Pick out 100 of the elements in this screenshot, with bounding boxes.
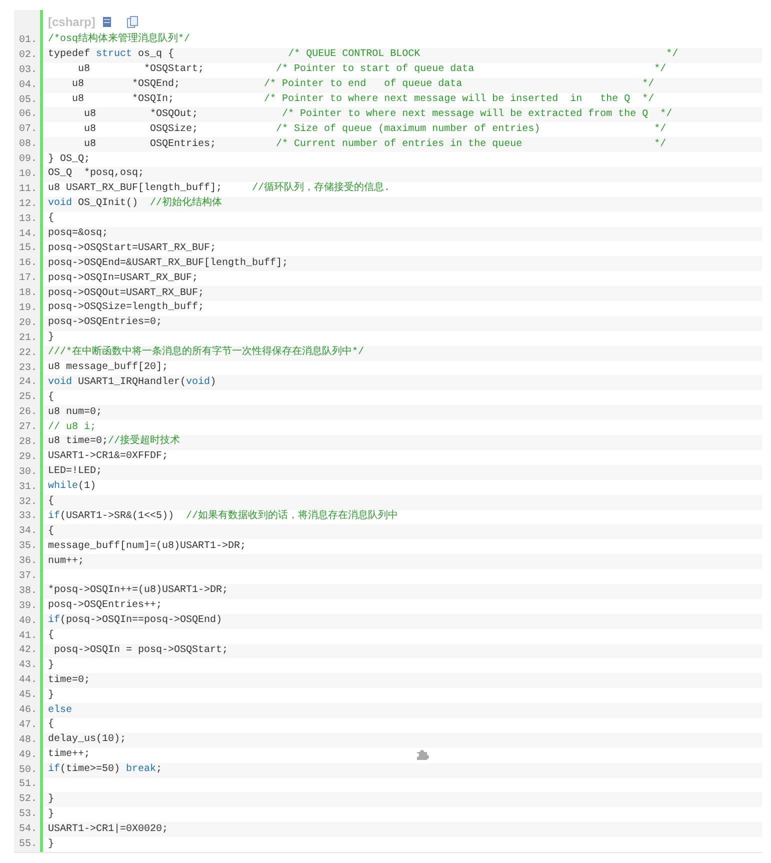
code-line: u8 *OSQOut; /* Pointer to where next message will be extracted from the Q */ bbox=[83, 108, 672, 122]
line-number: 30. bbox=[18, 466, 37, 480]
code-line: posq->OSQOut=USART_RX_BUF; bbox=[48, 286, 204, 301]
code-line: } OS_Q; bbox=[48, 152, 90, 167]
code-line: typedef struct os_q { /* QUEUE CONTROL BLOCK */ bbox=[48, 48, 678, 62]
line-number: 20. bbox=[18, 316, 37, 331]
code-line: while(1) bbox=[48, 480, 96, 494]
code-line: } bbox=[48, 688, 54, 703]
code-line: OS_Q *posq,osq; bbox=[48, 167, 144, 182]
line-number: 17. bbox=[18, 272, 37, 286]
line-number: 47. bbox=[18, 718, 37, 733]
line-number: 26. bbox=[18, 406, 37, 420]
line-number: 50. bbox=[18, 764, 37, 778]
line-number: 25. bbox=[18, 391, 37, 406]
line-number: 05. bbox=[18, 94, 37, 108]
code-line: u8 message_buff[20]; bbox=[48, 361, 168, 376]
line-number: 45. bbox=[18, 689, 37, 704]
code-line: *posq->OSQIn++=(u8)USART1->DR; bbox=[48, 584, 228, 598]
line-number: 36. bbox=[18, 555, 37, 570]
code-line: if(USART1->SR&(1<<5)) //如果有数据收到的话，将消息存在消息队列中 bbox=[48, 510, 398, 524]
line-number: 37. bbox=[18, 570, 37, 584]
code-line: { bbox=[48, 212, 54, 226]
line-number: 33. bbox=[18, 510, 37, 524]
code-line: if(posq->OSQIn==posq->OSQEnd) bbox=[48, 614, 222, 628]
line-number: 01. bbox=[18, 34, 37, 48]
code-line: u8 *OSQIn; /* Pointer to where next message will be inserted in the Q */ bbox=[71, 93, 654, 107]
line-number: 48. bbox=[18, 734, 37, 748]
code-line: posq->OSQEntries=0; bbox=[48, 316, 162, 330]
line-number: 44. bbox=[18, 674, 37, 688]
line-number: 14. bbox=[18, 228, 37, 242]
code-line: u8 time=0;//接受超时技术 bbox=[48, 435, 180, 450]
code-line: u8 num=0; bbox=[48, 406, 102, 420]
code-line: { bbox=[48, 495, 54, 510]
code-line: USART1->CR1|=0X0020; bbox=[48, 822, 168, 837]
line-number: 42. bbox=[18, 644, 37, 658]
line-number: 51. bbox=[18, 778, 37, 792]
code-line: posq->OSQStart=USART_RX_BUF; bbox=[48, 242, 216, 256]
code-line: message_buff[num]=(u8)USART1->DR; bbox=[48, 540, 246, 554]
line-number: 19. bbox=[18, 302, 37, 316]
code-line: if(time>=50) break; bbox=[48, 763, 162, 778]
line-number: 35. bbox=[18, 540, 37, 554]
code-line: else bbox=[48, 704, 72, 718]
line-number: 31. bbox=[18, 480, 37, 495]
code-line: } bbox=[48, 658, 54, 673]
line-number: 13. bbox=[18, 212, 37, 227]
code-line: { bbox=[48, 629, 54, 644]
line-number: 12. bbox=[18, 198, 37, 212]
code-line: { bbox=[48, 524, 54, 539]
line-number: 23. bbox=[18, 362, 37, 376]
code-line: { bbox=[48, 718, 54, 732]
code-line: posq->OSQEnd=&USART_RX_BUF[length_buff]; bbox=[48, 256, 288, 271]
line-number: 08. bbox=[18, 138, 37, 152]
line-number: 54. bbox=[18, 823, 37, 838]
line-number: 38. bbox=[18, 584, 37, 599]
line-number: 09. bbox=[18, 153, 37, 168]
line-number: 02. bbox=[18, 48, 37, 63]
line-number: 32. bbox=[18, 496, 37, 510]
code-line: num++; bbox=[48, 554, 84, 569]
code-line: time=0; bbox=[48, 674, 90, 688]
line-number: 41. bbox=[18, 630, 37, 644]
view-source-icon[interactable] bbox=[103, 16, 112, 26]
code-line: void USART1_IRQHandler(void) bbox=[48, 376, 216, 390]
language-label: [csharp] bbox=[48, 14, 96, 30]
line-number: 34. bbox=[18, 525, 37, 540]
line-number: 11. bbox=[18, 182, 37, 197]
code-line: u8 USART_RX_BUF[length_buff]; //循环队列，存储接受的信息. bbox=[48, 182, 390, 196]
code-line: LED=!LED; bbox=[48, 465, 102, 480]
code-line: /*osq结构体来管理消息队列*/ bbox=[48, 33, 190, 48]
code-line: { bbox=[48, 390, 54, 405]
line-number: 03. bbox=[18, 64, 37, 78]
line-number: 22. bbox=[18, 346, 37, 361]
line-number: 40. bbox=[18, 614, 37, 629]
line-number: 07. bbox=[18, 123, 37, 138]
line-number: 49. bbox=[18, 748, 37, 763]
line-number: 55. bbox=[18, 838, 37, 852]
code-line: u8 *OSQStart; /* Pointer to start of queue data */ bbox=[77, 63, 666, 78]
code-line: posq->OSQSize=length_buff; bbox=[48, 301, 204, 316]
code-line: u8 OSQEntries; /* Current number of entries in the queue */ bbox=[83, 138, 666, 152]
code-line: void OS_QInit() //初始化结构体 bbox=[48, 197, 222, 212]
code-line: u8 *OSQEnd; /* Pointer to end of queue data */ bbox=[71, 78, 654, 92]
copy-icon[interactable] bbox=[127, 16, 138, 28]
line-number: 46. bbox=[18, 704, 37, 718]
line-number: 21. bbox=[18, 332, 37, 346]
code-line: USART1->CR1&=0XFFDF; bbox=[48, 450, 168, 464]
line-number: 04. bbox=[18, 78, 37, 93]
code-line: time++; bbox=[48, 748, 90, 762]
line-number: 18. bbox=[18, 287, 37, 302]
code-line: } bbox=[48, 331, 54, 346]
line-number: 15. bbox=[18, 242, 37, 256]
code-line: posq=&osq; bbox=[48, 227, 108, 242]
line-number: 28. bbox=[18, 436, 37, 450]
code-line: // u8 i; bbox=[48, 420, 96, 435]
line-number: 39. bbox=[18, 600, 37, 614]
line-number: 06. bbox=[18, 108, 37, 122]
code-line: posq->OSQEntries++; bbox=[48, 599, 162, 614]
code-line: ///*在中断函数中将一条消息的所有字节一次性得保存在消息队列中*/ bbox=[48, 346, 364, 360]
line-number: 52. bbox=[18, 793, 37, 808]
line-number: 16. bbox=[18, 257, 37, 272]
puzzle-icon bbox=[416, 748, 429, 761]
code-line: posq->OSQIn=USART_RX_BUF; bbox=[48, 272, 198, 286]
